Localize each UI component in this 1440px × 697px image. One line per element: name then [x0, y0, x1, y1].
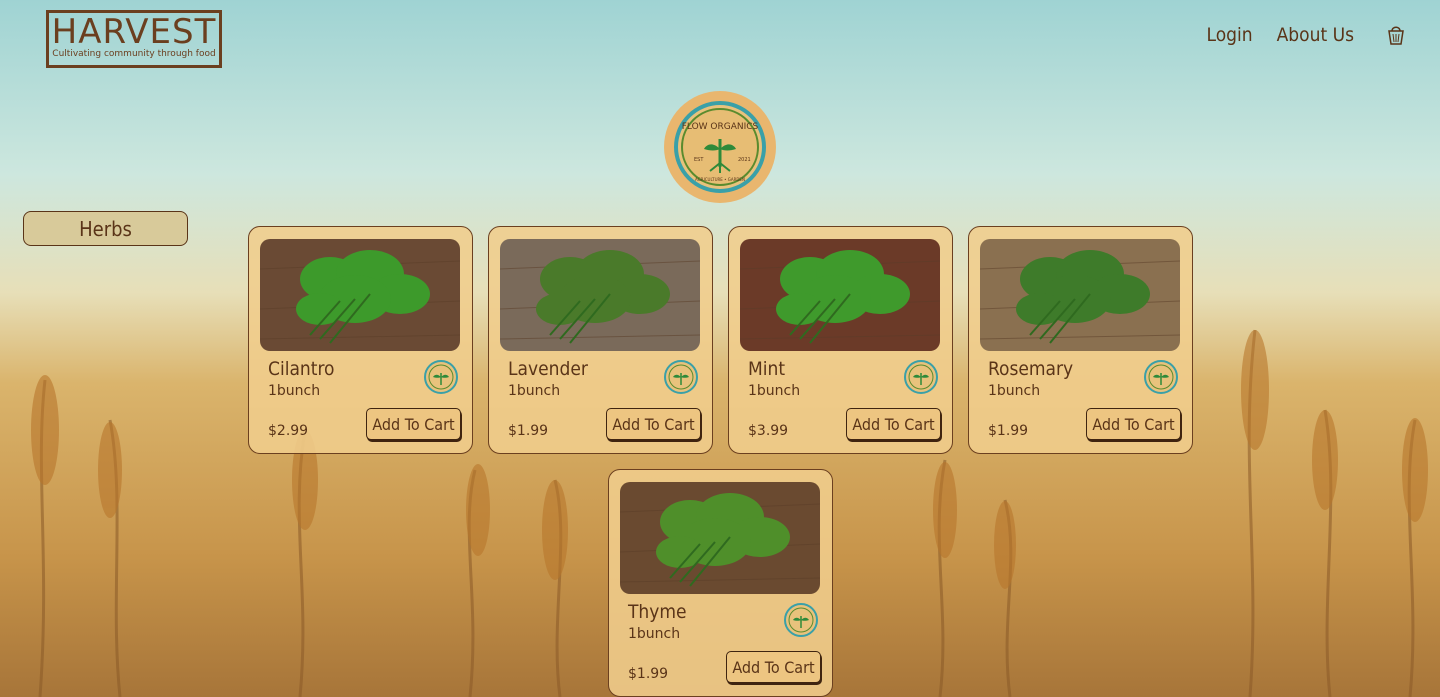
- product-unit: 1bunch: [508, 383, 561, 399]
- vendor-logo-badge[interactable]: FLOW ORGANICS EST 2021 AGRICULTURE • GAR…: [664, 91, 776, 203]
- vendor-mini-logo-icon: [664, 360, 698, 394]
- vendor-est-label: EST: [694, 157, 704, 163]
- login-link[interactable]: Login: [1207, 24, 1253, 46]
- product-price: $1.99: [988, 423, 1029, 439]
- product-photo[interactable]: [620, 482, 820, 594]
- vendor-est-year: 2021: [738, 157, 751, 163]
- vendor-mini-logo-icon: [904, 360, 938, 394]
- product-name: Rosemary: [988, 358, 1074, 380]
- add-to-cart-button[interactable]: Add To Cart: [726, 651, 821, 683]
- product-unit: 1bunch: [628, 626, 681, 642]
- product-card[interactable]: Mint 1bunch $3.99 Add To Cart: [728, 226, 953, 454]
- product-unit: 1bunch: [988, 383, 1041, 399]
- product-price: $2.99: [268, 423, 309, 439]
- product-photo[interactable]: [500, 239, 700, 351]
- product-card[interactable]: Rosemary 1bunch $1.99 Add To Cart: [968, 226, 1193, 454]
- add-to-cart-button[interactable]: Add To Cart: [606, 408, 701, 440]
- vendor-logo-sub: AGRICULTURE • GARDEN: [695, 177, 745, 182]
- add-to-cart-button[interactable]: Add To Cart: [1086, 408, 1181, 440]
- herb-bunch-image: [500, 239, 700, 351]
- flow-organics-logo: FLOW ORGANICS EST 2021 AGRICULTURE • GAR…: [674, 101, 766, 193]
- product-photo[interactable]: [740, 239, 940, 351]
- top-nav: Login About Us: [1207, 24, 1406, 46]
- shopping-basket-icon[interactable]: [1386, 24, 1406, 46]
- vendor-mini-logo-icon: [784, 603, 818, 637]
- product-photo[interactable]: [260, 239, 460, 351]
- herb-bunch-image: [980, 239, 1180, 351]
- product-price: $3.99: [748, 423, 789, 439]
- product-name: Cilantro: [268, 358, 335, 380]
- about-us-link[interactable]: About Us: [1277, 24, 1354, 46]
- product-name: Lavender: [508, 358, 588, 380]
- vendor-mini-logo-icon: [424, 360, 458, 394]
- vendor-logo-text: FLOW ORGANICS: [682, 122, 759, 132]
- harvest-logo[interactable]: HARVEST Cultivating community through fo…: [46, 10, 222, 68]
- product-card[interactable]: Thyme 1bunch $1.99 Add To Cart: [608, 469, 833, 697]
- vendor-mini-logo-icon: [1144, 360, 1178, 394]
- logo-tagline: Cultivating community through food: [52, 49, 216, 59]
- add-to-cart-button[interactable]: Add To Cart: [366, 408, 461, 440]
- herb-bunch-image: [260, 239, 460, 351]
- product-card[interactable]: Lavender 1bunch $1.99 Add To Cart: [488, 226, 713, 454]
- product-unit: 1bunch: [268, 383, 321, 399]
- category-herbs-button[interactable]: Herbs: [23, 211, 188, 246]
- product-name: Mint: [748, 358, 786, 380]
- logo-wordmark: HARVEST: [51, 12, 217, 52]
- product-name: Thyme: [628, 601, 687, 623]
- add-to-cart-button[interactable]: Add To Cart: [846, 408, 941, 440]
- product-price: $1.99: [508, 423, 549, 439]
- product-unit: 1bunch: [748, 383, 801, 399]
- product-photo[interactable]: [980, 239, 1180, 351]
- herb-bunch-image: [740, 239, 940, 351]
- product-card[interactable]: Cilantro 1bunch $2.99 Add To Cart: [248, 226, 473, 454]
- product-price: $1.99: [628, 666, 669, 682]
- herb-bunch-image: [620, 482, 820, 594]
